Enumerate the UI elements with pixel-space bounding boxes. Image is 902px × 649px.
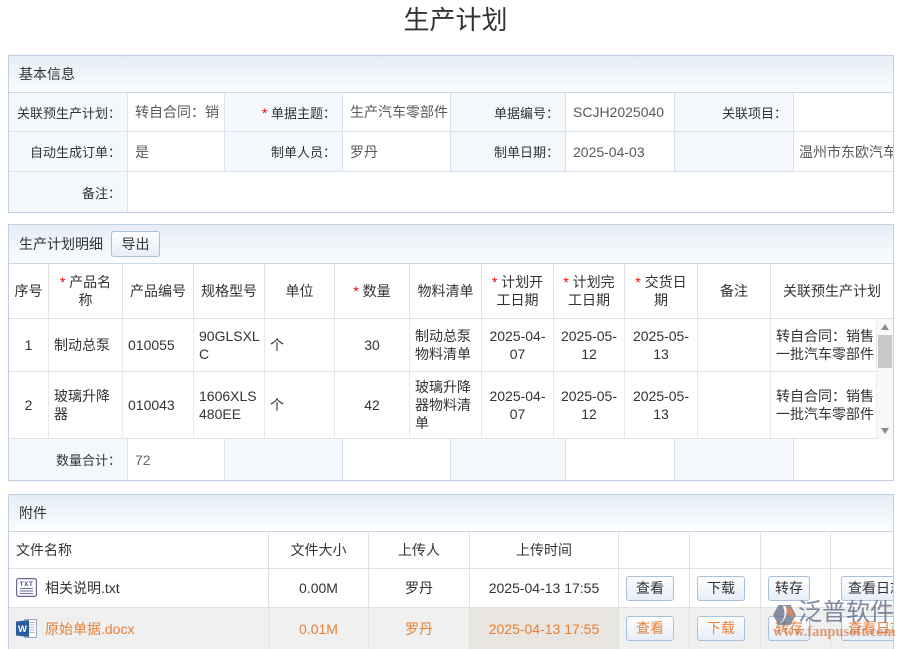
svg-text:TXT: TXT xyxy=(20,581,34,588)
svg-text:W: W xyxy=(18,624,27,635)
